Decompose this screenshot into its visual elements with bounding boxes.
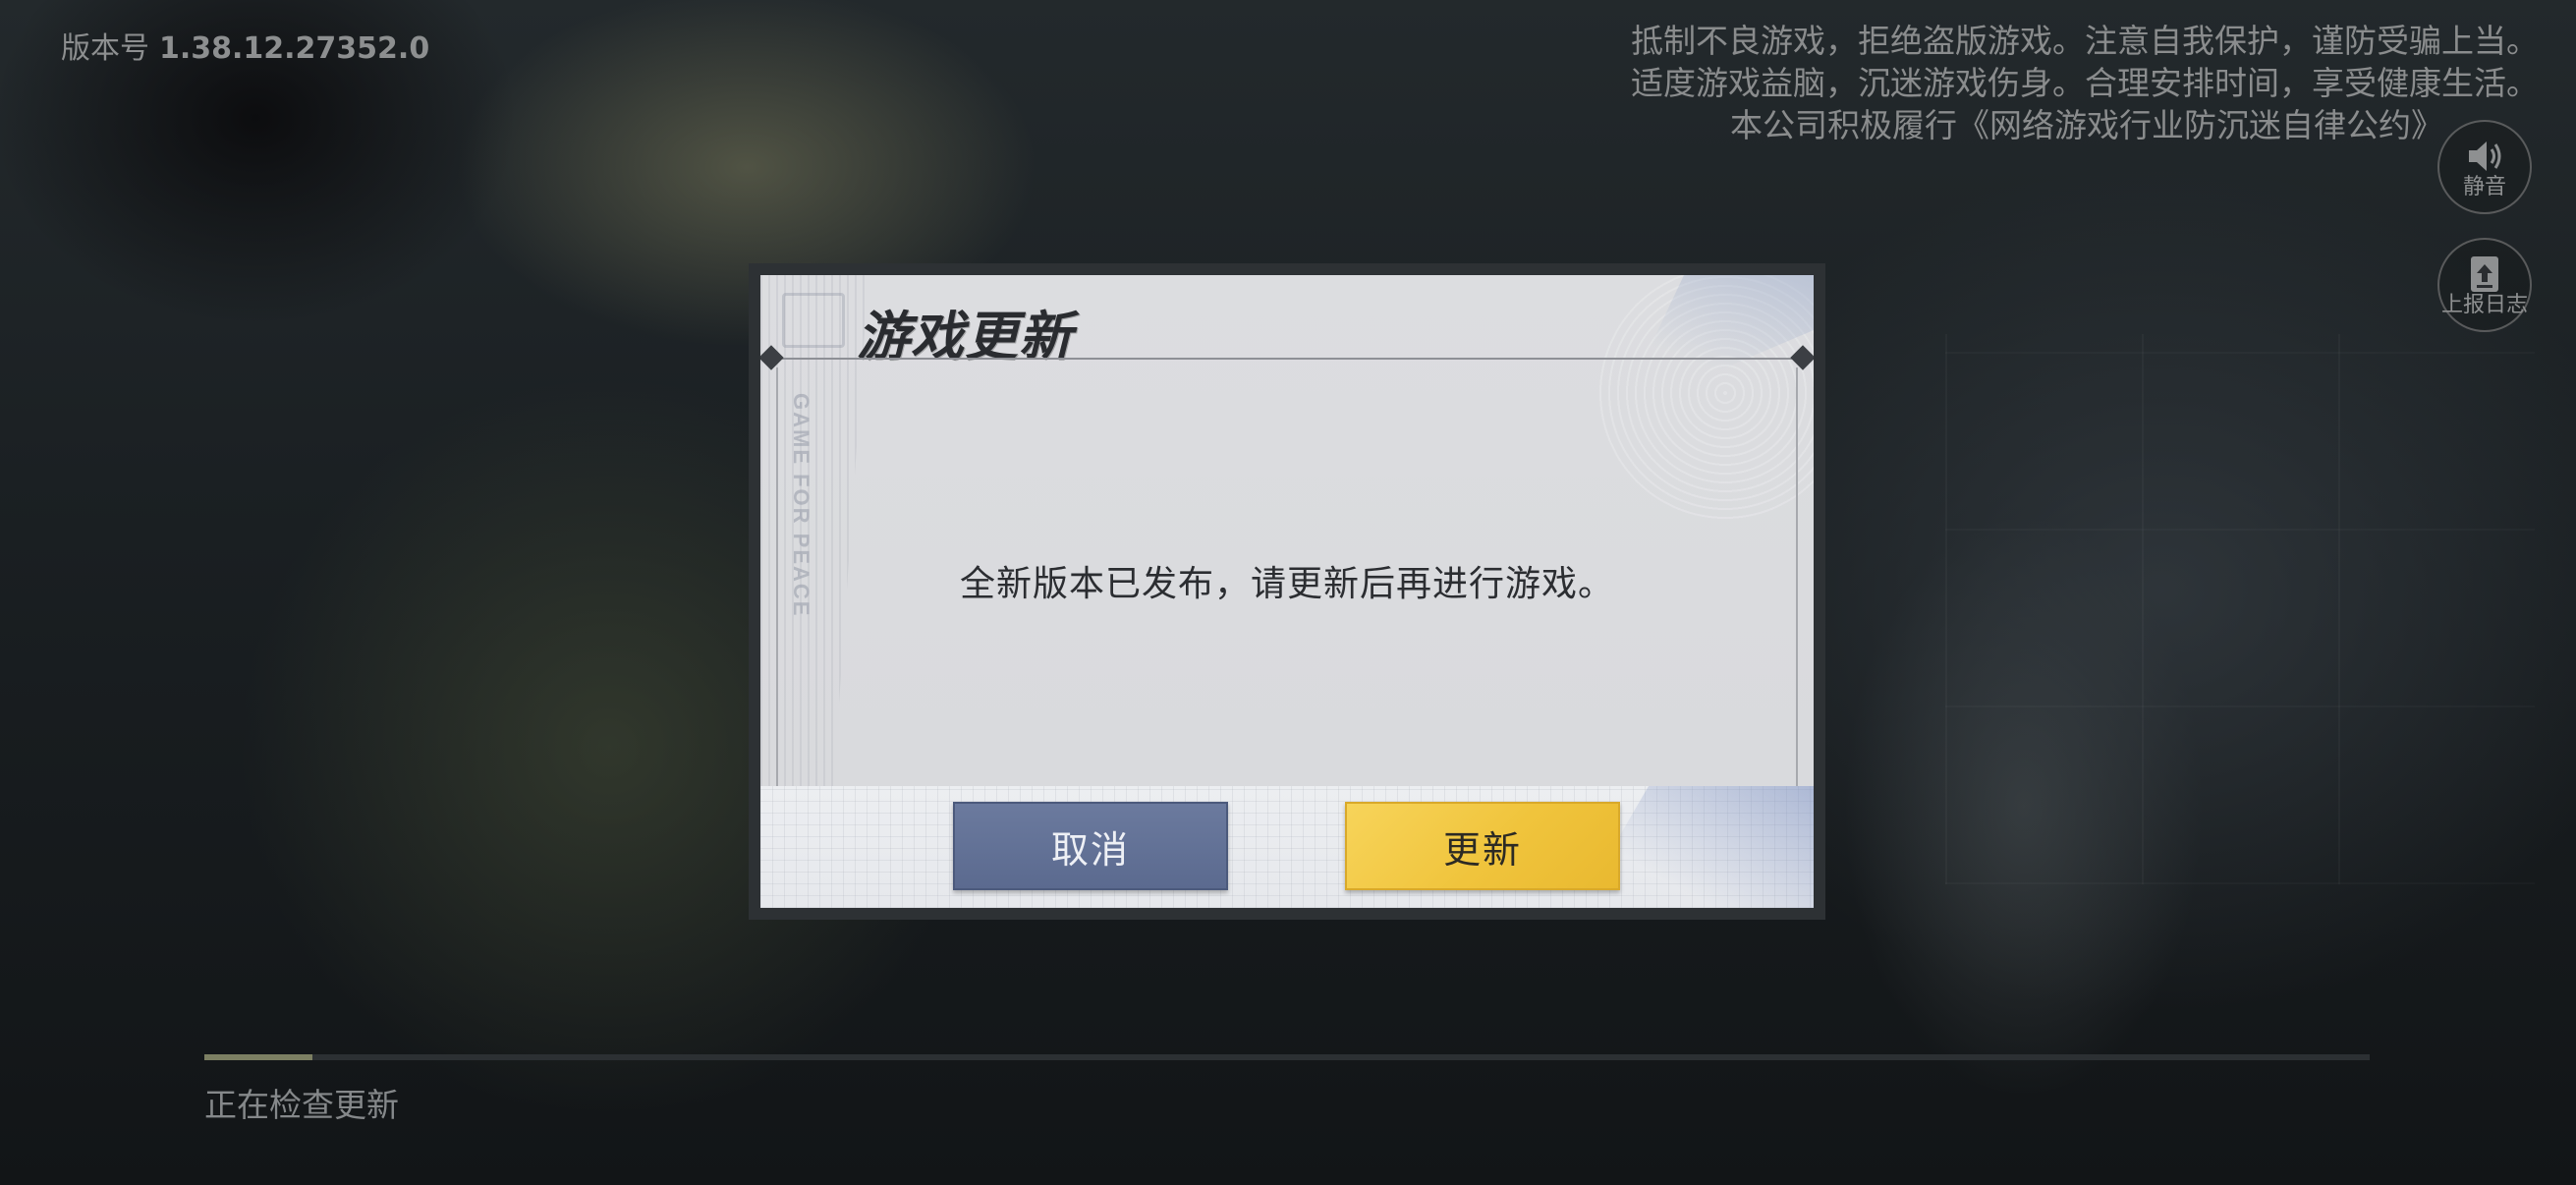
mute-button[interactable]: 静音 — [2437, 120, 2532, 214]
update-button[interactable]: 更新 — [1345, 802, 1620, 890]
upload-log-icon — [2471, 256, 2498, 292]
version-label: 版本号 — [61, 31, 149, 66]
report-log-button[interactable]: 上报日志 — [2437, 238, 2532, 332]
update-status-text: 正在检查更新 — [204, 1086, 399, 1124]
notice-line-1: 抵制不良游戏，拒绝盗版游戏。注意自我保护，谨防受骗上当。 — [1631, 22, 2539, 60]
version-info: 版本号 1.38.12.27352.0 — [61, 24, 429, 67]
notice-line-3: 本公司积极履行《网络游戏行业防沉迷自律公约》 — [1730, 106, 2443, 144]
notice-line-2: 适度游戏益脑，沉迷游戏伤身。合理安排时间，享受健康生活。 — [1631, 64, 2539, 102]
update-progress-bar — [204, 1054, 2370, 1060]
mute-label: 静音 — [2462, 175, 2506, 199]
health-notice: 抵制不良游戏，拒绝盗版游戏。注意自我保护，谨防受骗上当。 适度游戏益脑，沉迷游戏… — [1458, 20, 2539, 146]
background-panels — [1945, 334, 2535, 884]
speaker-icon — [2469, 141, 2501, 171]
cancel-button[interactable]: 取消 — [953, 802, 1228, 890]
dialog-body: GAME FOR PEACE 游戏更新 全新版本已发布，请更新后再进行游戏。 取… — [760, 275, 1814, 908]
dialog-button-bar: 取消 更新 — [760, 786, 1814, 908]
dialog-message: 全新版本已发布，请更新后再进行游戏。 — [959, 564, 1614, 604]
update-progress-fill — [204, 1054, 313, 1060]
dialog-decoration-stamp — [782, 293, 845, 348]
title-divider — [776, 358, 1798, 360]
version-number: 1.38.12.27352.0 — [159, 31, 430, 66]
report-log-label: 上报日志 — [2440, 293, 2528, 317]
update-dialog: GAME FOR PEACE 游戏更新 全新版本已发布，请更新后再进行游戏。 取… — [749, 263, 1825, 920]
